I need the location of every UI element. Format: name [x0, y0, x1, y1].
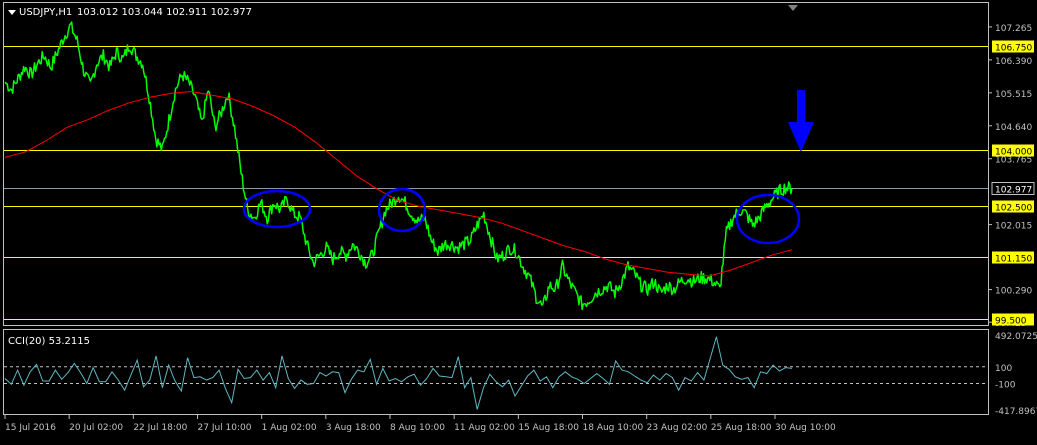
moving-average-series: [4, 90, 793, 277]
price-tick-label-2: 105.515: [995, 90, 1032, 100]
chart-shift-marker[interactable]: [788, 5, 798, 11]
horizontal-levels: [4, 46, 988, 320]
annotation-ellipse-1: [242, 189, 312, 229]
time-tick-label-8: 15 Aug 18:00: [518, 423, 579, 433]
symbol-title: USDJPY,H1: [19, 7, 72, 18]
time-tick-label-3: 27 Jul 10:00: [198, 423, 252, 433]
cci-line: [4, 336, 793, 410]
price-panel-frame: [3, 2, 989, 326]
price-line: [4, 21, 793, 311]
time-tick-label-7: 11 Aug 02:00: [454, 423, 515, 433]
cci-tick-label-2: -100: [995, 380, 1016, 390]
time-tick-label-12: 30 Aug 10:00: [775, 423, 836, 433]
cci-tick-label-0: 492.0725: [995, 332, 1037, 342]
symbol-menu-icon[interactable]: [8, 10, 16, 15]
annotations: [242, 90, 814, 245]
price-tick-label-5: 102.015: [995, 222, 1032, 232]
price-tick-label-0: 107.265: [995, 24, 1032, 34]
cci-axis: 492.0725 100 -100 -417.8967: [995, 332, 1037, 417]
cci-tick-label-3: -417.8967: [995, 407, 1037, 417]
time-tick-label-6: 8 Aug 10:00: [390, 423, 445, 433]
moving-average-line: [4, 90, 793, 277]
time-tick-label-10: 23 Aug 02:00: [647, 423, 708, 433]
down-arrow-icon: [788, 90, 814, 152]
cci-tick-label-1: 100: [995, 364, 1012, 374]
level-label-1: 104.000: [995, 148, 1032, 158]
time-axis: 15 Jul 2016 20 Jul 02:00 22 Jul 18:00 27 Ju…: [4, 414, 836, 433]
chart-svg[interactable]: 107.265106.390105.515104.640103.765102.0…: [0, 0, 1037, 441]
time-tick-label-1: 20 Jul 02:00: [69, 423, 123, 433]
time-tick-label-0: 15 Jul 2016: [5, 423, 56, 433]
time-tick-label-4: 1 Aug 02:00: [262, 423, 317, 433]
level-labels: 106.750 104.000 102.500 101.150 99.500 102.97…: [991, 40, 1035, 327]
time-tick-label-11: 25 Aug 18:00: [711, 423, 772, 433]
time-tick-label-5: 3 Aug 18:00: [326, 423, 381, 433]
price-tick-label-1: 106.390: [995, 57, 1032, 67]
cci-title: CCI(20) 53.2115: [8, 336, 90, 347]
chart-window[interactable]: 107.265 106.390 105.515 104.640 103.765 102.0…: [0, 0, 1037, 441]
current-price-label: 102.977: [995, 186, 1032, 196]
level-label-2: 102.500: [995, 204, 1032, 214]
ohlc-values: 103.012 103.044 102.911 102.977: [77, 7, 252, 18]
level-label-4: 99.500: [995, 317, 1027, 327]
level-label-0: 106.750: [995, 44, 1032, 54]
price-axis: 107.265106.390105.515104.640103.765102.0…: [988, 24, 1032, 329]
price-tick-label-6: 100.290: [995, 287, 1032, 297]
cci-series: [4, 336, 793, 410]
price-series: [4, 21, 793, 311]
annotation-ellipse-3: [735, 193, 801, 245]
time-tick-label-2: 22 Jul 18:00: [133, 423, 187, 433]
cci-panel-frame: [3, 329, 989, 415]
time-tick-label-9: 18 Aug 10:00: [583, 423, 644, 433]
price-tick-label-3: 104.640: [995, 123, 1032, 133]
level-label-3: 101.150: [995, 255, 1032, 265]
